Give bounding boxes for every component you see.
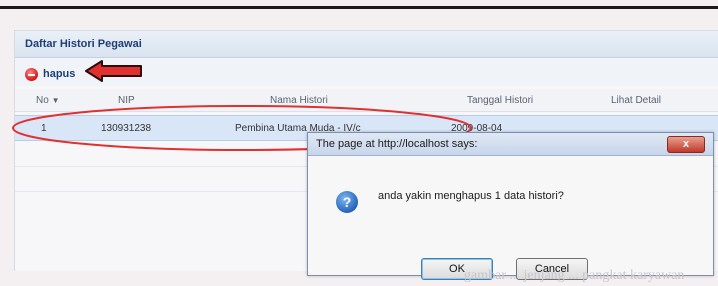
background-caption: ... gambar ... jenjang ... pangkat karya… — [450, 268, 685, 283]
column-tanggal-histori[interactable]: Tanggal Histori — [467, 95, 533, 106]
dialog-title: The page at http://localhost says: — [316, 138, 478, 150]
minus-circle-icon — [25, 67, 38, 81]
column-nip[interactable]: NIP — [118, 95, 135, 106]
delete-button-label: hapus — [43, 68, 76, 80]
dialog-close-button[interactable]: x — [667, 136, 705, 153]
close-icon: x — [682, 138, 690, 150]
column-no[interactable]: No ▼ — [36, 95, 60, 106]
sort-desc-icon: ▼ — [51, 96, 60, 105]
column-nama-histori[interactable]: Nama Histori — [270, 95, 328, 106]
dialog-body: ? anda yakin menghapus 1 data histori? O… — [308, 156, 713, 280]
confirm-dialog: The page at http://localhost says: x ? a… — [307, 132, 714, 280]
delete-button[interactable]: hapus — [25, 66, 75, 82]
grid-header: No ▼ NIP Nama Histori Tanggal Histori Li… — [15, 89, 718, 112]
dialog-message: anda yakin menghapus 1 data histori? — [378, 190, 564, 202]
red-arrow-annotation — [85, 60, 142, 82]
dialog-titlebar: The page at http://localhost says: x — [308, 133, 713, 156]
cell-no: 1 — [41, 123, 47, 134]
cell-nip: 130931238 — [101, 123, 152, 134]
panel-title: Daftar Histori Pegawai — [25, 38, 142, 50]
question-icon: ? — [336, 191, 358, 213]
column-lihat-detail[interactable]: Lihat Detail — [611, 95, 661, 106]
panel-header: Daftar Histori Pegawai — [15, 31, 718, 58]
top-rule — [0, 6, 718, 9]
